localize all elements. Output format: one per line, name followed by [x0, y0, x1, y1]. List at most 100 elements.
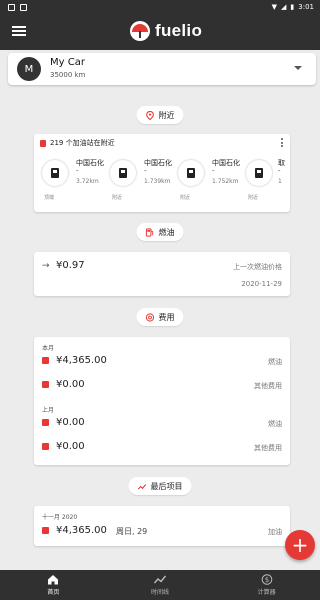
- cost-row-other[interactable]: ¥0.00 其他费用: [42, 379, 282, 393]
- cost-type: 其他费用: [254, 444, 282, 452]
- fuel-pump-icon: [187, 168, 195, 178]
- fuel-pump-icon: [51, 168, 59, 178]
- station-price: -: [212, 167, 215, 175]
- more-vert-icon[interactable]: [281, 138, 284, 147]
- station-name: 中国石化: [212, 159, 240, 167]
- app-title: fuelio: [155, 21, 203, 40]
- station-badge: [178, 160, 204, 186]
- app-brand: fuelio: [130, 21, 202, 41]
- nav-home[interactable]: 首页: [0, 570, 107, 600]
- nav-label: 时间线: [151, 589, 170, 596]
- last-item-card[interactable]: 十一月 2020 ¥4,365.00 周日, 29 加油: [34, 506, 290, 546]
- cost-value: ¥4,365.00: [56, 355, 107, 366]
- cost-row-other[interactable]: ¥0.00 其他费用: [42, 441, 282, 455]
- vehicle-avatar: M: [17, 57, 41, 81]
- menu-icon[interactable]: [12, 24, 26, 38]
- cost-value: ¥0.00: [56, 441, 85, 452]
- vehicle-name: My Car: [50, 57, 85, 68]
- station-item[interactable]: 中国石化 - 1.752km 附近: [176, 152, 240, 208]
- section-label: 附近: [158, 110, 175, 120]
- station-name: 中国石化: [144, 159, 172, 167]
- cost-row-fuel[interactable]: ¥4,365.00 燃油: [42, 355, 282, 369]
- nearby-header: 219 个加油站在附近: [40, 138, 115, 148]
- add-button[interactable]: +: [285, 530, 315, 560]
- app-bar: fuelio: [0, 14, 320, 50]
- app-logo-icon: [130, 21, 150, 41]
- fuel-icon: [42, 527, 49, 534]
- other-cost-icon: [42, 443, 49, 450]
- station-badge: [42, 160, 68, 186]
- section-chip-recent: 最后项目: [128, 477, 192, 495]
- fuel-icon: [42, 357, 49, 364]
- this-month-label: 本月: [42, 345, 55, 352]
- cost-value: ¥0.00: [56, 417, 85, 428]
- section-chip-fuel: 燃油: [136, 223, 184, 241]
- fuel-price-card[interactable]: → ¥0.97 上一次燃油价格 2020-11-29: [34, 252, 290, 296]
- station-item[interactable]: 中国石化 - 1.739km 附近: [108, 152, 172, 208]
- nav-label: 首页: [47, 589, 60, 596]
- status-time: 3:01: [298, 3, 314, 11]
- last-item-value: ¥4,365.00: [56, 525, 107, 536]
- fuel-pump-icon: [119, 168, 127, 178]
- costs-card: 本月 ¥4,365.00 燃油 ¥0.00 其他费用 上月 ¥0.00 燃油 ¥…: [34, 337, 290, 465]
- cost-type: 燃油: [268, 358, 282, 366]
- last-item-type: 加油: [268, 528, 282, 536]
- last-fuel-price-label: 上一次燃油价格: [233, 263, 282, 271]
- nav-calculator[interactable]: $ 计算器: [213, 570, 320, 600]
- station-distance: 1.739km: [144, 178, 171, 185]
- nearby-stations-card: 219 个加油站在附近 中国石化 - 3.72km 顶端 中国石化 - 1.73…: [34, 134, 290, 212]
- station-badge: [246, 160, 272, 186]
- home-icon: [48, 575, 59, 585]
- arrow-right-icon: →: [42, 261, 50, 271]
- station-item[interactable]: 中国石化 - 3.72km 顶端: [40, 152, 104, 208]
- last-fuel-date: 2020-11-29: [241, 280, 282, 288]
- dropdown-arrow-icon[interactable]: [294, 66, 302, 70]
- trending-up-icon: [137, 483, 147, 490]
- fuel-icon: [42, 419, 49, 426]
- dollar-circle-icon: $: [261, 574, 272, 585]
- vehicle-odometer: 35000 km: [50, 71, 86, 79]
- nav-timeline[interactable]: 时间线: [107, 570, 214, 600]
- station-distance: 3.72km: [76, 178, 99, 185]
- status-bar: ▼ ◢ ▮ 3:01: [0, 0, 320, 14]
- station-list: 中国石化 - 3.72km 顶端 中国石化 - 1.739km 附近 中国石化 …: [40, 152, 285, 208]
- section-chip-nearby: 附近: [136, 106, 184, 124]
- station-tag: 附近: [248, 195, 259, 201]
- cost-type: 燃油: [268, 420, 282, 428]
- notification-icon: [8, 3, 15, 11]
- station-distance: 1: [278, 178, 282, 185]
- svg-text:$: $: [264, 576, 268, 584]
- station-tag: 附近: [112, 195, 123, 201]
- station-item[interactable]: 取 - 1 附近: [244, 152, 285, 208]
- fuel-pump-icon: [255, 168, 263, 178]
- nearby-count: 219 个加油站在附近: [50, 139, 115, 147]
- station-tag: 附近: [180, 195, 191, 201]
- section-chip-costs: 费用: [136, 308, 184, 326]
- cost-value: ¥0.00: [56, 379, 85, 390]
- section-label: 费用: [158, 312, 175, 322]
- vehicle-selector[interactable]: M My Car 35000 km: [8, 53, 316, 85]
- section-label: 最后项目: [150, 481, 183, 491]
- last-item-day: 周日, 29: [116, 527, 148, 536]
- station-price: -: [144, 167, 147, 175]
- nav-label: 计算器: [257, 589, 276, 596]
- fuel-pump-icon: [145, 227, 154, 237]
- cost-type: 其他费用: [254, 382, 282, 390]
- station-price: -: [76, 167, 79, 175]
- timeline-icon: [154, 575, 166, 584]
- bottom-nav: 首页 时间线 $ 计算器: [0, 570, 320, 600]
- station-price: -: [278, 167, 281, 175]
- signal-icon: ◢: [281, 3, 287, 11]
- last-month-label: 上月: [42, 407, 55, 414]
- last-item-month: 十一月 2020: [42, 514, 78, 521]
- section-label: 燃油: [158, 227, 175, 237]
- battery-icon: ▮: [290, 3, 295, 11]
- fuel-pump-icon: [40, 139, 46, 147]
- notification-icon: [20, 3, 27, 11]
- cost-row-fuel[interactable]: ¥0.00 燃油: [42, 417, 282, 431]
- station-tag: 顶端: [44, 195, 55, 201]
- station-name: 中国石化: [76, 159, 104, 167]
- last-fuel-price: ¥0.97: [56, 260, 85, 271]
- other-cost-icon: [42, 381, 49, 388]
- wifi-icon: ▼: [271, 3, 278, 11]
